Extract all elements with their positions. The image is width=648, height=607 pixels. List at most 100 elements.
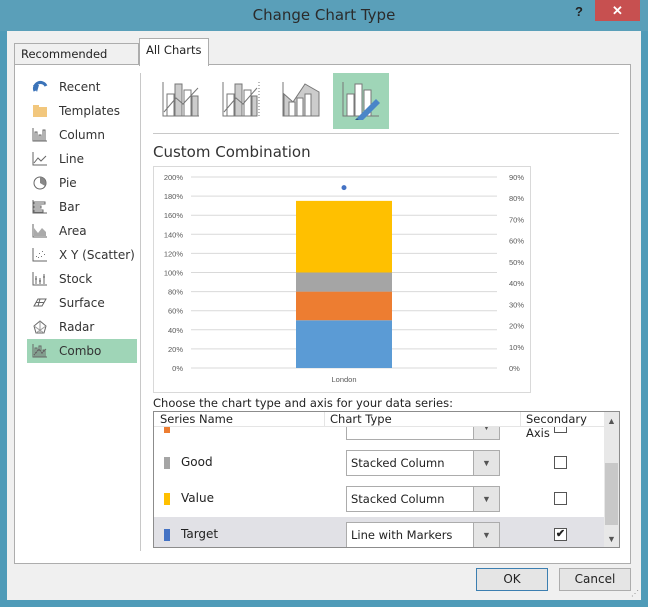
secondary-axis-tick-label: 60% [509, 237, 524, 246]
series-row[interactable]: Good Stacked Column ▼ [154, 445, 604, 481]
pie-chart-icon [31, 175, 49, 191]
secondary-axis-tick-label: 70% [509, 215, 524, 224]
chart-preview-svg: 0% 20% 40% 60% 80% 100% 120% 140% 160% 180% 200% 0%… [164, 173, 525, 384]
subtype-clustered-column-line[interactable] [153, 73, 209, 129]
secondary-axis-tick-label: 50% [509, 258, 524, 267]
subtype-clustered-column-line-secondary-axis[interactable] [213, 73, 269, 129]
grid-header: Series Name Chart Type Secondary Axis [154, 412, 604, 440]
bar-bad [296, 320, 392, 368]
sidebar-item-label: Area [59, 224, 87, 238]
instruction-label: Choose the chart type and axis for your … [153, 396, 453, 410]
primary-axis-tick-label: 0% [172, 364, 183, 373]
bar-value [296, 200, 392, 273]
chevron-down-icon[interactable]: ▼ [473, 451, 499, 475]
sidebar-item-area[interactable]: Area [27, 219, 137, 243]
sidebar-item-bar[interactable]: Bar [27, 195, 137, 219]
chart-type-value: Line with Markers [351, 528, 453, 542]
chart-type-list: Recent Templates Column Line Pie Bar Area X Y (… [27, 75, 137, 363]
bar-chart-icon [31, 199, 49, 215]
section-title: Custom Combination [153, 143, 311, 161]
series-row[interactable]: Value Stacked Column ▼ [154, 481, 604, 517]
scroll-up-icon[interactable]: ▲ [604, 414, 619, 429]
stock-chart-icon [31, 271, 49, 287]
chart-type-dropdown[interactable]: Line with Markers ▼ [346, 522, 500, 547]
category-label: London [331, 375, 356, 384]
primary-axis-tick-label: 200% [164, 173, 184, 182]
series-name: Value [181, 491, 214, 505]
folder-icon [31, 103, 49, 119]
chevron-down-icon[interactable]: ▼ [473, 487, 499, 511]
scroll-down-icon[interactable]: ▼ [604, 532, 619, 547]
header-secondary-axis: Secondary Axis [526, 412, 587, 440]
secondary-axis-checkbox[interactable] [554, 492, 567, 505]
chart-type-value: Stacked Column [351, 456, 445, 470]
series-grid: Series Name Chart Type Secondary Axis ▼ G… [153, 411, 620, 548]
subtype-stacked-area-clustered-column[interactable] [273, 73, 329, 129]
grid-scrollbar[interactable]: ▲ ▼ [604, 412, 619, 547]
sidebar-item-label: Radar [59, 320, 95, 334]
primary-axis-tick-label: 80% [168, 288, 183, 297]
chart-type-dropdown[interactable]: Stacked Column ▼ [346, 486, 500, 512]
stacked-area-clustered-column-icon [281, 80, 321, 123]
header-chart-type: Chart Type [330, 412, 392, 426]
chart-type-value: Stacked Column [351, 492, 445, 506]
tab-recommended-charts[interactable]: Recommended Charts [14, 43, 139, 81]
help-button[interactable]: ? [575, 4, 583, 19]
secondary-axis-checkbox[interactable] [554, 456, 567, 469]
primary-axis-tick-label: 100% [164, 269, 184, 278]
sidebar-item-x-y-scatter[interactable]: X Y (Scatter) [27, 243, 137, 267]
secondary-axis-tick-label: 20% [509, 322, 524, 331]
title-bar: Change Chart Type ? ✕ [0, 0, 648, 31]
secondary-axis-tick-label: 90% [509, 173, 524, 182]
close-button[interactable]: ✕ [595, 0, 640, 21]
ok-button[interactable]: OK [476, 568, 548, 591]
chevron-down-icon[interactable]: ▼ [473, 523, 499, 547]
resize-grip-icon[interactable]: ⋰ [631, 589, 639, 598]
secondary-axis-tick-label: 40% [509, 279, 524, 288]
primary-axis-tick-label: 140% [164, 230, 184, 239]
chart-type-dropdown[interactable]: Stacked Column ▼ [346, 450, 500, 476]
line-chart-icon [31, 151, 49, 167]
chart-preview: 0% 20% 40% 60% 80% 100% 120% 140% 160% 180% 200% 0%… [153, 166, 531, 393]
series-row[interactable]: Target Line with Markers ▼ ✔ [154, 517, 604, 547]
surface-chart-icon [31, 295, 49, 311]
series-color-swatch [164, 493, 170, 505]
primary-axis-tick-label: 20% [168, 345, 183, 354]
sidebar-item-label: Line [59, 152, 85, 166]
sidebar-item-label: X Y (Scatter) [59, 248, 135, 262]
cancel-button[interactable]: Cancel [559, 568, 631, 591]
sidebar-item-templates[interactable]: Templates [27, 99, 137, 123]
sidebar-item-label: Templates [59, 104, 121, 118]
series-name: Target [181, 527, 219, 541]
sidebar-item-label: Combo [59, 344, 102, 358]
sidebar-item-surface[interactable]: Surface [27, 291, 137, 315]
radar-chart-icon [31, 319, 49, 335]
sidebar-item-radar[interactable]: Radar [27, 315, 137, 339]
divider [140, 73, 141, 551]
bar-average [296, 291, 392, 321]
series-color-swatch [164, 529, 170, 541]
primary-axis-tick-label: 40% [168, 326, 183, 335]
scroll-thumb[interactable] [605, 463, 618, 525]
series-color-swatch [164, 457, 170, 469]
primary-axis-tick-label: 60% [168, 307, 183, 316]
subtype-custom-combination[interactable] [333, 73, 389, 129]
primary-axis-tick-label: 180% [164, 192, 184, 201]
sidebar-item-column[interactable]: Column [27, 123, 137, 147]
sidebar-item-label: Pie [59, 176, 77, 190]
sidebar-item-stock[interactable]: Stock [27, 267, 137, 291]
sidebar-item-line[interactable]: Line [27, 147, 137, 171]
all-charts-panel: Recent Templates Column Line Pie Bar Area X Y (… [14, 64, 631, 564]
column-chart-icon [31, 127, 49, 143]
secondary-axis-tick-label: 30% [509, 300, 524, 309]
sidebar-item-pie[interactable]: Pie [27, 171, 137, 195]
sidebar-item-label: Column [59, 128, 105, 142]
series-name: Good [181, 455, 213, 469]
sidebar-item-combo[interactable]: Combo [27, 339, 137, 363]
primary-axis-tick-label: 160% [164, 211, 184, 220]
tab-all-charts[interactable]: All Charts [139, 38, 209, 66]
sidebar-item-recent[interactable]: Recent [27, 75, 137, 99]
sidebar-item-label: Recent [59, 80, 101, 94]
secondary-axis-checkbox[interactable]: ✔ [554, 528, 567, 541]
secondary-axis-tick-label: 80% [509, 194, 524, 203]
